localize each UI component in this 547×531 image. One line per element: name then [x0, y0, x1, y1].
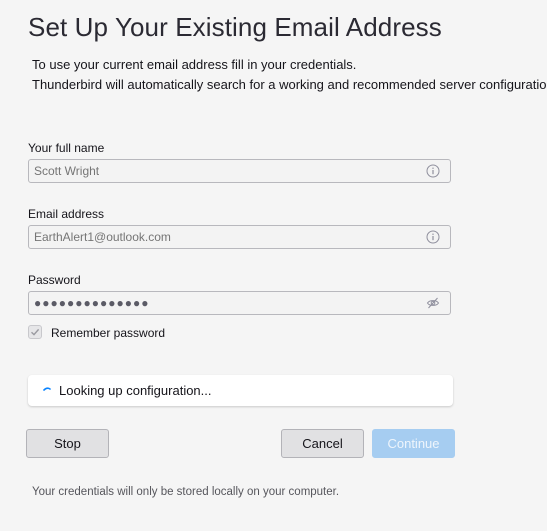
- remember-password-label[interactable]: Remember password: [51, 326, 165, 340]
- email-field[interactable]: [28, 225, 451, 249]
- full-name-label: Your full name: [28, 141, 105, 155]
- intro-line-1: To use your current email address fill i…: [32, 57, 357, 72]
- password-field[interactable]: [28, 291, 451, 315]
- stop-button[interactable]: Stop: [26, 429, 109, 458]
- eye-slash-icon[interactable]: [426, 296, 440, 310]
- status-notification: Looking up configuration...: [28, 375, 453, 406]
- password-input[interactable]: [29, 292, 424, 314]
- full-name-field[interactable]: [28, 159, 451, 183]
- info-icon[interactable]: [426, 230, 440, 244]
- info-icon[interactable]: [426, 164, 440, 178]
- continue-button[interactable]: Continue: [372, 429, 455, 458]
- email-label: Email address: [28, 207, 105, 221]
- remember-password-checkbox[interactable]: [28, 325, 42, 339]
- password-label: Password: [28, 273, 81, 287]
- status-text: Looking up configuration...: [59, 383, 212, 398]
- full-name-input[interactable]: [29, 160, 424, 182]
- cancel-button[interactable]: Cancel: [281, 429, 364, 458]
- intro-text: To use your current email address fill i…: [32, 55, 547, 95]
- page-title: Set Up Your Existing Email Address: [28, 12, 442, 42]
- email-input[interactable]: [29, 226, 424, 248]
- footer-note: Your credentials will only be stored loc…: [32, 486, 340, 498]
- checkmark-icon: [31, 328, 40, 336]
- intro-line-2: Thunderbird will automatically search fo…: [32, 77, 547, 92]
- spinner-icon: [43, 387, 51, 391]
